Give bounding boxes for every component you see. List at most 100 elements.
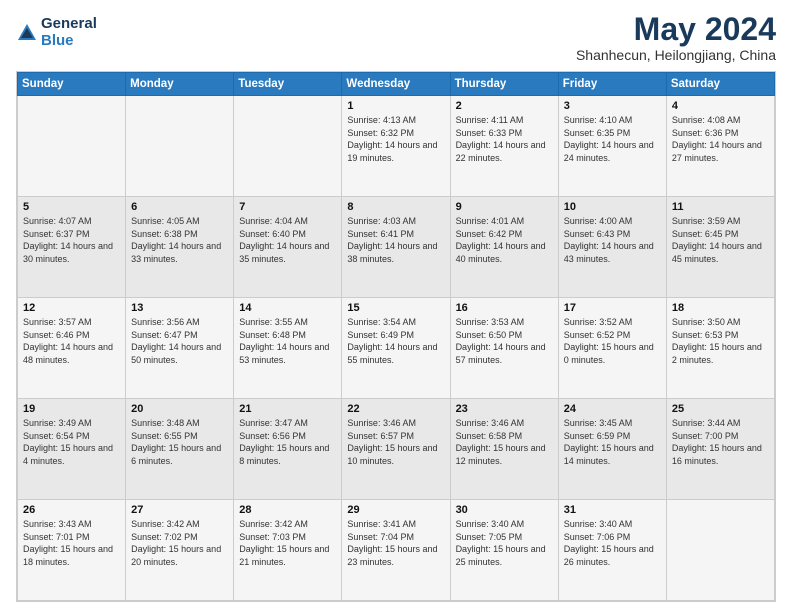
header-day-monday: Monday	[126, 73, 234, 96]
day-info: Sunrise: 3:43 AM Sunset: 7:01 PM Dayligh…	[23, 518, 120, 568]
day-number: 9	[456, 201, 553, 213]
day-info: Sunrise: 4:05 AM Sunset: 6:38 PM Dayligh…	[131, 215, 228, 265]
calendar-cell: 17 Sunrise: 3:52 AM Sunset: 6:52 PM Dayli…	[558, 298, 666, 399]
calendar-cell: 22 Sunrise: 3:46 AM Sunset: 6:57 PM Dayli…	[342, 399, 450, 500]
calendar-cell: 9 Sunrise: 4:01 AM Sunset: 6:42 PM Daylig…	[450, 197, 558, 298]
day-number: 15	[347, 302, 444, 314]
day-number: 18	[672, 302, 769, 314]
calendar-cell: 28Sunrise: 3:42 AM Sunset: 7:03 PM Dayli…	[234, 500, 342, 601]
day-number: 13	[131, 302, 228, 314]
calendar-cell	[18, 96, 126, 197]
location: Shanhecun, Heilongjiang, China	[576, 47, 776, 63]
calendar-cell: 25Sunrise: 3:44 AM Sunset: 7:00 PM Dayli…	[666, 399, 774, 500]
header-day-saturday: Saturday	[666, 73, 774, 96]
title-section: May 2024 Shanhecun, Heilongjiang, China	[576, 12, 776, 63]
day-number: 29	[347, 504, 444, 516]
day-number: 19	[23, 403, 120, 415]
calendar-cell	[126, 96, 234, 197]
day-number: 11	[672, 201, 769, 213]
day-number: 23	[456, 403, 553, 415]
day-info: Sunrise: 3:40 AM Sunset: 7:05 PM Dayligh…	[456, 518, 553, 568]
day-info: Sunrise: 3:57 AM Sunset: 6:46 PM Dayligh…	[23, 316, 120, 366]
logo: General Blue	[16, 16, 97, 49]
day-info: Sunrise: 4:11 AM Sunset: 6:33 PM Dayligh…	[456, 114, 553, 164]
day-info: Sunrise: 4:07 AM Sunset: 6:37 PM Dayligh…	[23, 215, 120, 265]
calendar-cell: 15Sunrise: 3:54 AM Sunset: 6:49 PM Dayli…	[342, 298, 450, 399]
calendar-cell: 31Sunrise: 3:40 AM Sunset: 7:06 PM Dayli…	[558, 500, 666, 601]
calendar-cell: 5 Sunrise: 4:07 AM Sunset: 6:37 PM Daylig…	[18, 197, 126, 298]
day-info: Sunrise: 3:41 AM Sunset: 7:04 PM Dayligh…	[347, 518, 444, 568]
day-number: 28	[239, 504, 336, 516]
calendar-cell: 6 Sunrise: 4:05 AM Sunset: 6:38 PM Daylig…	[126, 197, 234, 298]
day-info: Sunrise: 4:10 AM Sunset: 6:35 PM Dayligh…	[564, 114, 661, 164]
day-number: 2	[456, 100, 553, 112]
calendar-cell: 13Sunrise: 3:56 AM Sunset: 6:47 PM Dayli…	[126, 298, 234, 399]
day-number: 25	[672, 403, 769, 415]
day-info: Sunrise: 4:13 AM Sunset: 6:32 PM Dayligh…	[347, 114, 444, 164]
calendar-cell: 8 Sunrise: 4:03 AM Sunset: 6:41 PM Daylig…	[342, 197, 450, 298]
day-info: Sunrise: 4:03 AM Sunset: 6:41 PM Dayligh…	[347, 215, 444, 265]
calendar-cell: 7Sunrise: 4:04 AM Sunset: 6:40 PM Daylig…	[234, 197, 342, 298]
page: General Blue May 2024 Shanhecun, Heilong…	[0, 0, 792, 612]
day-number: 17	[564, 302, 661, 314]
day-number: 14	[239, 302, 336, 314]
calendar-cell: 1 Sunrise: 4:13 AM Sunset: 6:32 PM Daylig…	[342, 96, 450, 197]
day-number: 4	[672, 100, 769, 112]
day-number: 8	[347, 201, 444, 213]
day-number: 5	[23, 201, 120, 213]
week-row-1: 1 Sunrise: 4:13 AM Sunset: 6:32 PM Daylig…	[18, 96, 775, 197]
logo-blue-text: Blue	[41, 33, 97, 50]
day-info: Sunrise: 3:59 AM Sunset: 6:45 PM Dayligh…	[672, 215, 769, 265]
day-info: Sunrise: 3:55 AM Sunset: 6:48 PM Dayligh…	[239, 316, 336, 366]
day-info: Sunrise: 3:50 AM Sunset: 6:53 PM Dayligh…	[672, 316, 769, 366]
calendar-cell: 2 Sunrise: 4:11 AM Sunset: 6:33 PM Daylig…	[450, 96, 558, 197]
day-info: Sunrise: 4:00 AM Sunset: 6:43 PM Dayligh…	[564, 215, 661, 265]
day-number: 12	[23, 302, 120, 314]
calendar: SundayMondayTuesdayWednesdayThursdayFrid…	[16, 71, 776, 602]
calendar-header: SundayMondayTuesdayWednesdayThursdayFrid…	[18, 73, 775, 96]
calendar-cell: 20 Sunrise: 3:48 AM Sunset: 6:55 PM Dayli…	[126, 399, 234, 500]
day-info: Sunrise: 3:52 AM Sunset: 6:52 PM Dayligh…	[564, 316, 661, 366]
week-row-5: 26 Sunrise: 3:43 AM Sunset: 7:01 PM Dayli…	[18, 500, 775, 601]
day-number: 30	[456, 504, 553, 516]
calendar-cell: 30 Sunrise: 3:40 AM Sunset: 7:05 PM Dayli…	[450, 500, 558, 601]
calendar-cell: 26 Sunrise: 3:43 AM Sunset: 7:01 PM Dayli…	[18, 500, 126, 601]
day-number: 21	[239, 403, 336, 415]
day-number: 20	[131, 403, 228, 415]
day-info: Sunrise: 4:01 AM Sunset: 6:42 PM Dayligh…	[456, 215, 553, 265]
day-number: 27	[131, 504, 228, 516]
day-number: 26	[23, 504, 120, 516]
day-number: 7	[239, 201, 336, 213]
calendar-cell: 12 Sunrise: 3:57 AM Sunset: 6:46 PM Dayli…	[18, 298, 126, 399]
day-number: 24	[564, 403, 661, 415]
header-day-friday: Friday	[558, 73, 666, 96]
day-info: Sunrise: 3:42 AM Sunset: 7:02 PM Dayligh…	[131, 518, 228, 568]
day-info: Sunrise: 3:46 AM Sunset: 6:57 PM Dayligh…	[347, 417, 444, 467]
day-number: 10	[564, 201, 661, 213]
week-row-2: 5 Sunrise: 4:07 AM Sunset: 6:37 PM Daylig…	[18, 197, 775, 298]
day-info: Sunrise: 3:48 AM Sunset: 6:55 PM Dayligh…	[131, 417, 228, 467]
header-day-thursday: Thursday	[450, 73, 558, 96]
calendar-cell: 14 Sunrise: 3:55 AM Sunset: 6:48 PM Dayli…	[234, 298, 342, 399]
calendar-cell: 19 Sunrise: 3:49 AM Sunset: 6:54 PM Dayli…	[18, 399, 126, 500]
calendar-cell: 27 Sunrise: 3:42 AM Sunset: 7:02 PM Dayli…	[126, 500, 234, 601]
day-number: 6	[131, 201, 228, 213]
week-row-3: 12 Sunrise: 3:57 AM Sunset: 6:46 PM Dayli…	[18, 298, 775, 399]
calendar-cell: 11 Sunrise: 3:59 AM Sunset: 6:45 PM Dayli…	[666, 197, 774, 298]
header-day-tuesday: Tuesday	[234, 73, 342, 96]
day-info: Sunrise: 3:53 AM Sunset: 6:50 PM Dayligh…	[456, 316, 553, 366]
calendar-cell	[234, 96, 342, 197]
header: General Blue May 2024 Shanhecun, Heilong…	[16, 12, 776, 63]
day-number: 1	[347, 100, 444, 112]
calendar-cell: 4Sunrise: 4:08 AM Sunset: 6:36 PM Daylig…	[666, 96, 774, 197]
day-info: Sunrise: 3:45 AM Sunset: 6:59 PM Dayligh…	[564, 417, 661, 467]
calendar-cell: 29 Sunrise: 3:41 AM Sunset: 7:04 PM Dayli…	[342, 500, 450, 601]
day-info: Sunrise: 3:49 AM Sunset: 6:54 PM Dayligh…	[23, 417, 120, 467]
header-day-sunday: Sunday	[18, 73, 126, 96]
calendar-cell: 16Sunrise: 3:53 AM Sunset: 6:50 PM Dayli…	[450, 298, 558, 399]
day-number: 22	[347, 403, 444, 415]
calendar-cell: 10 Sunrise: 4:00 AM Sunset: 6:43 PM Dayli…	[558, 197, 666, 298]
logo-icon	[16, 22, 38, 44]
day-info: Sunrise: 3:46 AM Sunset: 6:58 PM Dayligh…	[456, 417, 553, 467]
calendar-body: 1 Sunrise: 4:13 AM Sunset: 6:32 PM Daylig…	[18, 96, 775, 601]
